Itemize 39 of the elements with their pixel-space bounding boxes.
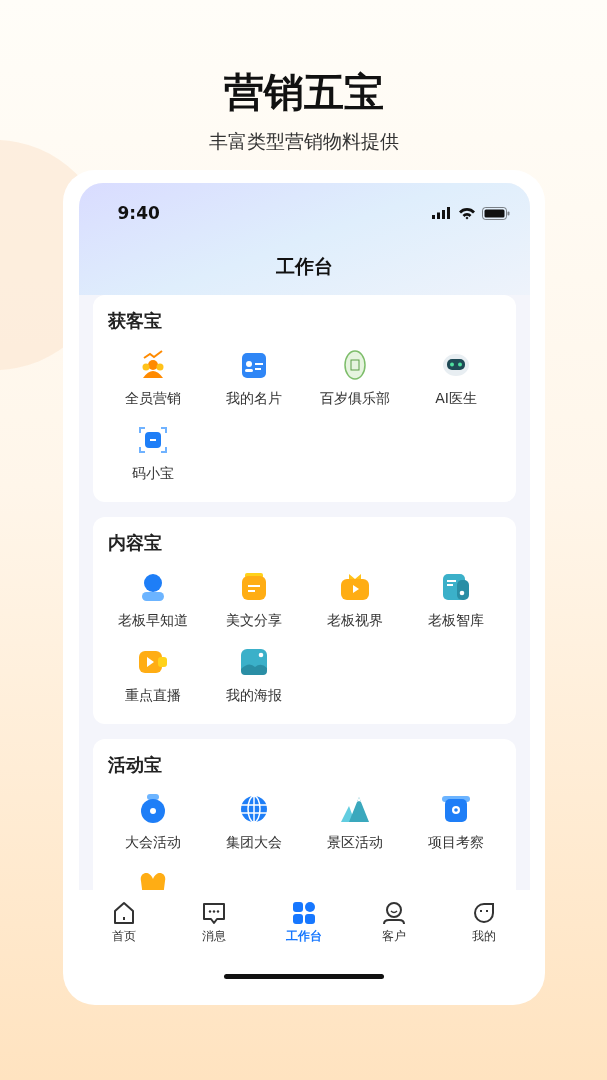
shortcut-label[interactable]: 景区活动 [327, 832, 383, 852]
picture-icon[interactable] [239, 647, 269, 677]
subtitle: 丰富类型营销物料提供 [208, 129, 399, 154]
user-icon [381, 900, 408, 926]
shortcut-label[interactable]: 我的名片 [226, 388, 282, 408]
shortcut-label[interactable]: AI医生 [435, 388, 477, 408]
shortcut-label[interactable]: 大会活动 [125, 832, 181, 852]
tab[interactable]: 工作台 [273, 900, 334, 945]
headline: 营销五宝 [223, 68, 384, 117]
shortcut-label[interactable]: 百岁俱乐部 [320, 388, 390, 408]
shortcut-label[interactable]: 老板早知道 [118, 610, 188, 630]
shortcut-label[interactable]: 集团大会 [226, 832, 282, 852]
page-title: 工作台 [274, 254, 334, 279]
battery-icon [481, 206, 510, 220]
chat-icon [200, 900, 227, 926]
shortcut-label[interactable]: 老板智库 [428, 610, 484, 630]
globe-icon[interactable] [239, 794, 269, 824]
shortcut-label[interactable]: 全员营销 [125, 388, 181, 408]
id-card-icon[interactable] [239, 350, 269, 380]
shortcut-label[interactable]: 码小宝 [132, 463, 174, 483]
shortcut-label[interactable]: 重点直播 [125, 685, 181, 705]
section-title: 活动宝 [106, 753, 163, 777]
tab[interactable]: 首页 [93, 900, 154, 945]
tab[interactable]: 消息 [183, 900, 244, 945]
shortcut-label[interactable]: 老板视界 [327, 610, 383, 630]
shortcut-label[interactable]: 项目考察 [428, 832, 484, 852]
scan-icon[interactable] [138, 425, 168, 455]
signal-icon [431, 207, 452, 219]
status-time: 9:40 [117, 203, 160, 223]
shortcut-label[interactable]: 美文分享 [226, 610, 282, 630]
tab[interactable]: 客户 [364, 900, 425, 945]
tab[interactable]: 我的 [454, 900, 515, 945]
section-title: 获客宝 [106, 309, 163, 333]
grid-icon [290, 900, 317, 926]
book-icon[interactable] [441, 572, 471, 602]
wifi-icon [457, 206, 476, 220]
medal-icon[interactable] [138, 794, 168, 824]
section-title: 内容宝 [106, 531, 163, 555]
shortcut-label[interactable]: 我的海报 [226, 685, 282, 705]
